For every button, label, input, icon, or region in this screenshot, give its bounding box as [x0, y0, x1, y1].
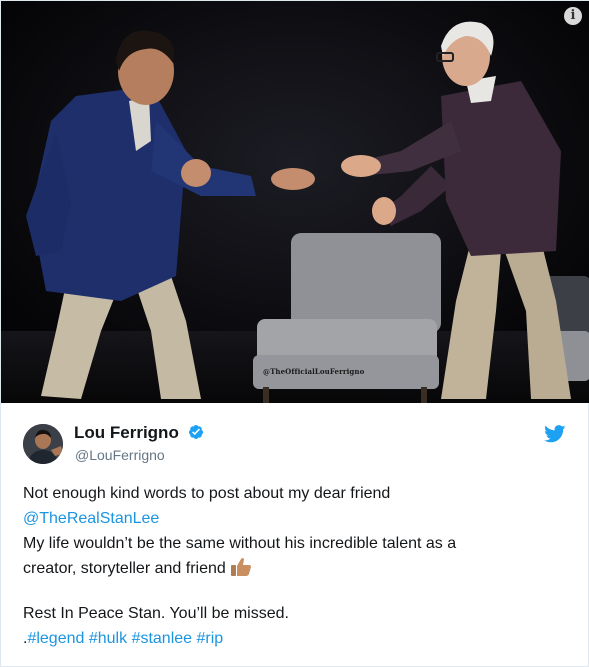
tweet-text: Not enough kind words to post about my d…: [23, 481, 571, 651]
hashtag-link[interactable]: #stanlee: [132, 630, 193, 647]
author-handle[interactable]: @LouFerrigno: [75, 447, 165, 463]
tweet-line: My life wouldn’t be the same without his…: [23, 535, 457, 552]
hashtag-line: .#legend #hulk #stanlee #rip: [23, 626, 571, 651]
twitter-bird-icon[interactable]: [544, 425, 566, 443]
info-icon[interactable]: i: [564, 7, 582, 25]
tweet-line: Rest In Peace Stan. You’ll be missed.: [23, 605, 289, 622]
author-name[interactable]: Lou Ferrigno: [74, 423, 204, 443]
hashtag-link[interactable]: #legend: [27, 630, 84, 647]
avatar[interactable]: [23, 424, 63, 464]
hashtag-link[interactable]: #rip: [197, 630, 224, 647]
verified-icon: [188, 425, 203, 439]
tweet-photo[interactable]: i @TheOfficialLouFerrigno: [1, 1, 589, 403]
photo-watermark: @TheOfficialLouFerrigno: [263, 367, 365, 376]
tweet-line-with-emoji: creator, storyteller and friend: [23, 556, 571, 581]
author-name-text: Lou Ferrigno: [74, 423, 179, 442]
stage-photo: [1, 1, 589, 403]
tweet-header: Lou Ferrigno @LouFerrigno: [1, 403, 589, 473]
tweet-line: Not enough kind words to post about my d…: [23, 485, 391, 502]
mention-link[interactable]: @TheRealStanLee: [23, 506, 571, 531]
hashtag-link[interactable]: #hulk: [89, 630, 127, 647]
avatar-image: [23, 424, 63, 464]
thumbs-up-icon: [230, 558, 251, 576]
tweet-card: i @TheOfficialLouFerrigno Lou Ferrigno @…: [0, 0, 589, 667]
tweet-line-text: creator, storyteller and friend: [23, 560, 226, 577]
